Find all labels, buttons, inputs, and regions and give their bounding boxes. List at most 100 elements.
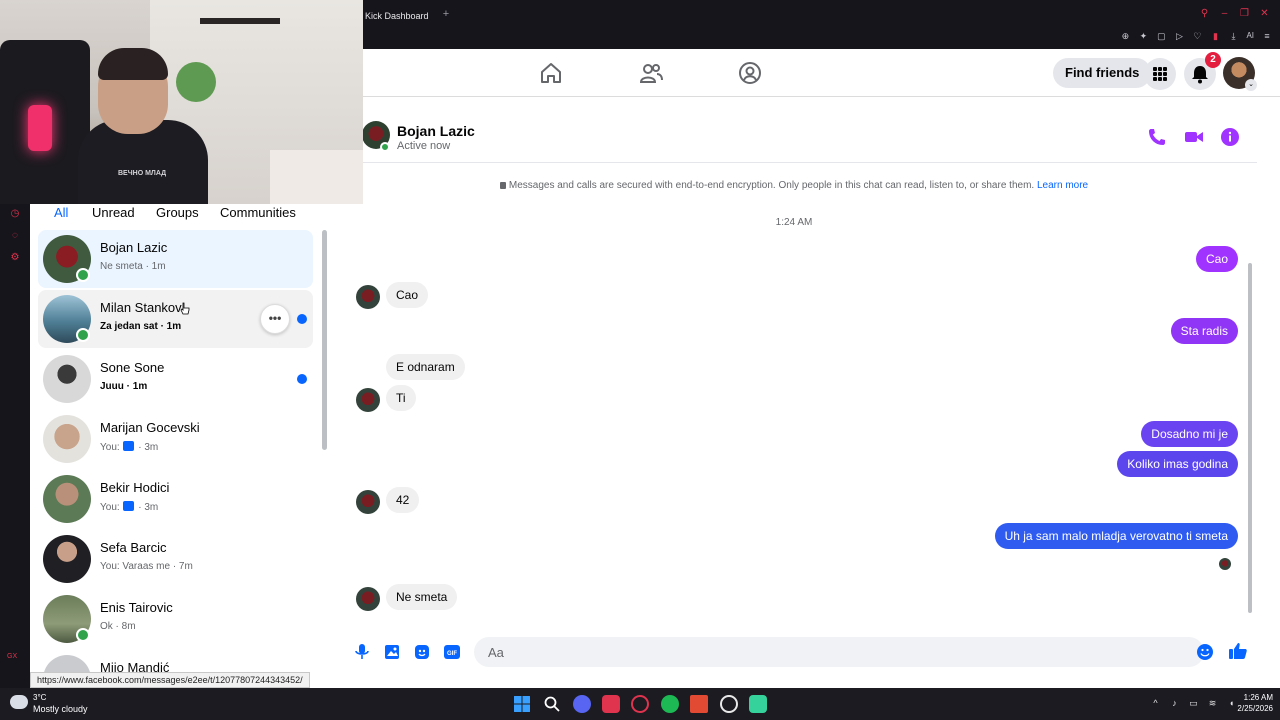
chrome-icon[interactable] xyxy=(720,695,738,713)
sender-avatar[interactable] xyxy=(356,587,380,611)
video-call-icon[interactable] xyxy=(1184,127,1204,147)
message-outgoing[interactable]: Cao xyxy=(1195,246,1238,272)
streaming-app-icon[interactable] xyxy=(749,695,767,713)
conversation-scrollbar[interactable] xyxy=(1248,263,1252,613)
filter-unread[interactable]: Unread xyxy=(92,204,135,222)
gif-icon[interactable]: GIF xyxy=(443,643,461,661)
browser-tab[interactable]: Kick Dashboard xyxy=(365,8,429,24)
contact-name[interactable]: Bojan Lazic xyxy=(397,123,475,139)
seen-indicator-avatar xyxy=(1219,558,1231,570)
more-options-button[interactable]: ••• xyxy=(260,304,290,334)
network-icon[interactable]: ▭ xyxy=(1188,697,1199,709)
chat-item-sefa-barcic[interactable]: Sefa Barcic You: Varaas me · 7m xyxy=(38,530,313,588)
chat-list-scrollbar[interactable] xyxy=(322,230,327,450)
chat-preview: Ok · 8m xyxy=(100,621,136,632)
bookmark-icon[interactable]: ▮ xyxy=(1210,30,1220,42)
friends-icon[interactable] xyxy=(639,61,663,85)
chevron-up-icon[interactable]: ^ xyxy=(1150,697,1161,709)
close-icon[interactable]: ✕ xyxy=(1259,8,1270,19)
sidebar-chat-icon[interactable]: ◌ xyxy=(9,230,21,242)
sidebar-settings-icon[interactable]: ⚙ xyxy=(9,252,21,264)
info-icon[interactable] xyxy=(1220,127,1240,147)
weather-temperature[interactable]: 3°C xyxy=(33,693,46,702)
sender-avatar[interactable] xyxy=(356,388,380,412)
minimize-icon[interactable]: – xyxy=(1219,8,1230,19)
chat-item-bekir-hodici[interactable]: Bekir Hodici You: · 3m xyxy=(38,470,313,528)
ai-button[interactable]: AI xyxy=(1246,30,1254,42)
download-icon[interactable]: ⤓ xyxy=(1228,30,1238,42)
menu-icon[interactable]: ≡ xyxy=(1262,30,1272,42)
sender-avatar[interactable] xyxy=(356,490,380,514)
sidebar-gx-icon[interactable]: GX xyxy=(7,653,17,660)
microphone-icon[interactable] xyxy=(353,643,371,661)
chat-item-marijan-gocevski[interactable]: Marijan Gocevski You: · 3m xyxy=(38,410,313,468)
emoji-icon[interactable] xyxy=(1196,643,1214,661)
thumbs-up-icon[interactable] xyxy=(1228,641,1248,661)
avatar xyxy=(43,475,91,523)
maximize-icon[interactable]: ❐ xyxy=(1239,8,1250,19)
heart-icon[interactable]: ♡ xyxy=(1192,30,1202,42)
sender-avatar[interactable] xyxy=(356,285,380,309)
search-icon[interactable]: ⚲ xyxy=(1199,8,1210,19)
chat-item-enis-tairovic[interactable]: Enis Tairovic Ok · 8m xyxy=(38,590,313,648)
message-incoming[interactable]: Ne smeta xyxy=(386,584,458,610)
filter-communities[interactable]: Communities xyxy=(220,204,296,222)
home-icon[interactable] xyxy=(539,61,563,85)
search-icon[interactable] xyxy=(543,695,561,713)
unread-dot xyxy=(297,374,307,384)
extension-icon[interactable]: ✦ xyxy=(1138,30,1148,42)
filter-all[interactable]: All xyxy=(54,204,68,222)
clock-date[interactable]: 2/25/2026 xyxy=(1223,704,1273,713)
snapshot-icon[interactable]: ▢ xyxy=(1156,30,1166,42)
clock-time[interactable]: 1:26 AM xyxy=(1223,693,1273,702)
chat-item-milan-stankov[interactable]: Milan Stankov Za jedan sat · 1m ••• xyxy=(38,290,313,348)
webcam-overlay: ВЕЧНО МЛАД xyxy=(0,0,363,204)
webcam-plush-toy xyxy=(176,62,216,102)
webcam-person-hair xyxy=(98,48,168,80)
sticker-icon[interactable] xyxy=(413,643,431,661)
learn-more-link[interactable]: Learn more xyxy=(1037,180,1088,191)
zoom-icon[interactable]: ⊕ xyxy=(1120,30,1130,42)
message-incoming[interactable]: Cao xyxy=(386,282,429,308)
conversation-header: Bojan Lazic Active now xyxy=(344,115,1257,163)
preview-suffix: · 3m xyxy=(138,442,159,453)
phone-icon[interactable] xyxy=(1147,127,1167,147)
chat-name: Marijan Gocevski xyxy=(100,420,200,435)
play-icon[interactable]: ▷ xyxy=(1174,30,1184,42)
message-outgoing[interactable]: Sta radis xyxy=(1170,318,1238,344)
tradingview-icon[interactable] xyxy=(690,695,708,713)
chat-preview: Ne smeta · 1m xyxy=(100,261,166,272)
chat-item-sone-sone[interactable]: Sone Sone Juuu · 1m xyxy=(38,350,313,408)
find-friends-button[interactable]: Find friends xyxy=(1053,58,1152,88)
opera-gx-icon[interactable] xyxy=(631,695,649,713)
message-outgoing[interactable]: Dosadno mi je xyxy=(1141,421,1238,447)
avatar xyxy=(43,415,91,463)
message-incoming[interactable]: 42 xyxy=(386,487,420,513)
online-indicator xyxy=(76,628,90,642)
microphone-icon[interactable]: ♪ xyxy=(1169,697,1180,709)
cloud-icon[interactable] xyxy=(10,695,28,709)
message-outgoing[interactable]: Koliko imas godina xyxy=(1117,451,1238,477)
spotify-icon[interactable] xyxy=(661,695,679,713)
photo-icon[interactable] xyxy=(383,643,401,661)
weather-description[interactable]: Mostly cloudy xyxy=(33,704,88,714)
wifi-icon[interactable]: ≋ xyxy=(1207,697,1218,709)
message-incoming[interactable]: E odnaram xyxy=(386,354,465,380)
grid-icon xyxy=(1153,67,1167,81)
message-incoming[interactable]: Ti xyxy=(386,385,416,411)
message-outgoing[interactable]: Uh ja sam malo mladja verovatno ti smeta xyxy=(994,523,1238,549)
new-tab-button[interactable]: + xyxy=(440,7,452,21)
message-input[interactable] xyxy=(474,637,1204,667)
message-composer: GIF xyxy=(344,637,1257,677)
tiktok-icon[interactable] xyxy=(602,695,620,713)
chat-item-bojan-lazic[interactable]: Bojan Lazic Ne smeta · 1m xyxy=(38,230,313,288)
webcam-shelf xyxy=(200,18,280,24)
browser-toolbar: ⊕ ✦ ▢ ▷ ♡ ▮ ⤓ AI ≡ xyxy=(1120,30,1272,42)
windows-start-icon[interactable] xyxy=(513,695,531,713)
sidebar-clock-icon[interactable]: ◷ xyxy=(9,208,21,220)
groups-icon[interactable] xyxy=(738,61,762,85)
menu-grid-button[interactable] xyxy=(1144,58,1176,90)
chevron-down-icon[interactable]: ⌄ xyxy=(1245,79,1257,91)
filter-groups[interactable]: Groups xyxy=(156,204,199,222)
discord-icon[interactable] xyxy=(573,695,591,713)
